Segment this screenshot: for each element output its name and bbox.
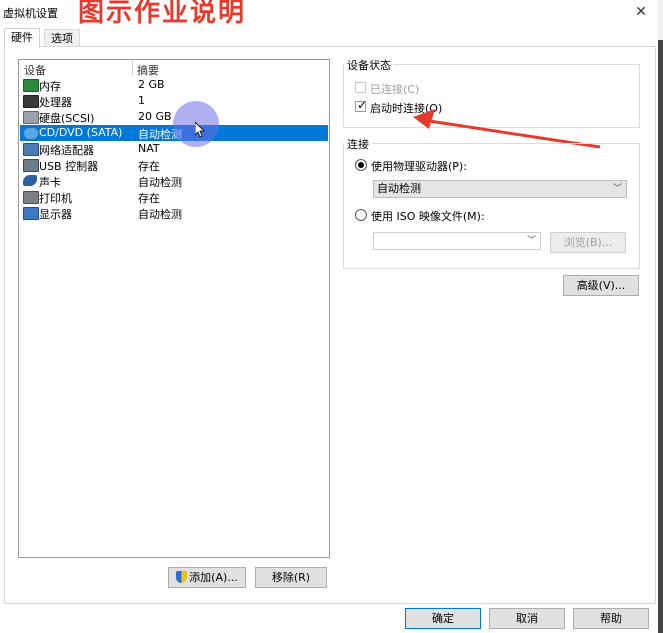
annotation-caption: 图示作业说明 [78,0,247,28]
shield-icon [176,571,188,583]
title-bar: 虚拟机设置 图示作业说明 ✕ [0,0,663,28]
check-mark-icon: ✓ [357,98,368,112]
device-name: CD/DVD (SATA) [39,126,123,139]
device-row-network-adapter[interactable]: 网络适配器 NAT [20,141,328,157]
device-name: 声卡 [39,176,61,189]
connected-checkbox[interactable] [355,82,366,93]
browse-button[interactable]: 浏览(B)... [550,232,626,253]
iso-image-radio[interactable] [355,209,367,221]
device-summary: 1 [138,94,145,107]
add-device-button[interactable]: 添加(A)... [168,567,246,588]
usb-icon [23,159,39,172]
iso-image-path-select[interactable]: ﹀ [373,232,541,250]
column-separator [132,61,133,75]
physical-drive-label: 使用物理驱动器(P): [371,160,467,173]
radio-dot-icon [358,162,364,168]
cd-dvd-icon [23,127,39,140]
device-summary: 存在 [138,192,160,205]
device-row-sound-card[interactable]: 声卡 自动检测 [20,173,328,189]
device-name: USB 控制器 [39,160,99,173]
advanced-button[interactable]: 高级(V)... [563,275,639,296]
window-title: 虚拟机设置 [3,7,58,20]
sound-card-icon [23,175,37,186]
device-name: 显示器 [39,208,72,221]
tab-hardware[interactable]: 硬件 [4,28,40,48]
display-icon [23,207,39,220]
device-name: 内存 [39,80,61,93]
device-row-memory[interactable]: 内存 2 GB [20,77,328,93]
memory-icon [23,79,39,92]
device-row-processor[interactable]: 处理器 1 [20,93,328,109]
device-name: 处理器 [39,96,72,109]
physical-drive-radio[interactable] [355,159,367,171]
device-name: 网络适配器 [39,144,94,157]
column-header-summary[interactable]: 摘要 [137,62,159,77]
cancel-button[interactable]: 取消 [489,608,565,629]
chevron-down-icon: ﹀ [612,184,622,194]
background-strip [658,0,663,633]
device-list[interactable]: 设备 摘要 内存 2 GB 处理器 1 硬盘(SCSI) 20 GB CD/DV… [18,59,330,558]
remove-device-button[interactable]: 移除(R) [255,567,327,588]
close-button[interactable]: ✕ [630,2,652,22]
device-summary: 自动检测 [138,208,182,221]
chevron-down-icon: ﹀ [526,236,536,246]
hard-disk-icon [23,111,39,124]
device-summary: NAT [138,142,160,155]
device-summary: 20 GB [138,110,172,123]
connection-title: 连接 [344,136,372,152]
help-button[interactable]: 帮助 [573,608,649,629]
connect-at-power-on-checkbox[interactable]: ✓ [355,98,368,112]
background-strip-top [658,0,663,40]
device-summary: 存在 [138,160,160,173]
device-summary: 自动检测 [138,176,182,189]
add-device-label: 添加(A)... [189,571,238,584]
device-status-title: 设备状态 [344,57,394,73]
physical-drive-value: 自动检测 [377,182,421,195]
device-summary: 2 GB [138,78,165,91]
device-row-display[interactable]: 显示器 自动检测 [20,205,328,221]
device-row-printer[interactable]: 打印机 存在 [20,189,328,205]
device-name: 打印机 [39,192,72,205]
column-header-device[interactable]: 设备 [24,62,46,77]
processor-icon [23,95,39,108]
printer-icon [23,191,39,204]
device-row-usb-controller[interactable]: USB 控制器 存在 [20,157,328,173]
mouse-cursor-icon [195,122,205,138]
physical-drive-select[interactable]: 自动检测 ﹀ [373,180,627,198]
iso-image-label: 使用 ISO 映像文件(M): [371,210,485,223]
network-adapter-icon [23,143,39,156]
ok-button[interactable]: 确定 [405,608,481,629]
device-name: 硬盘(SCSI) [39,112,95,125]
